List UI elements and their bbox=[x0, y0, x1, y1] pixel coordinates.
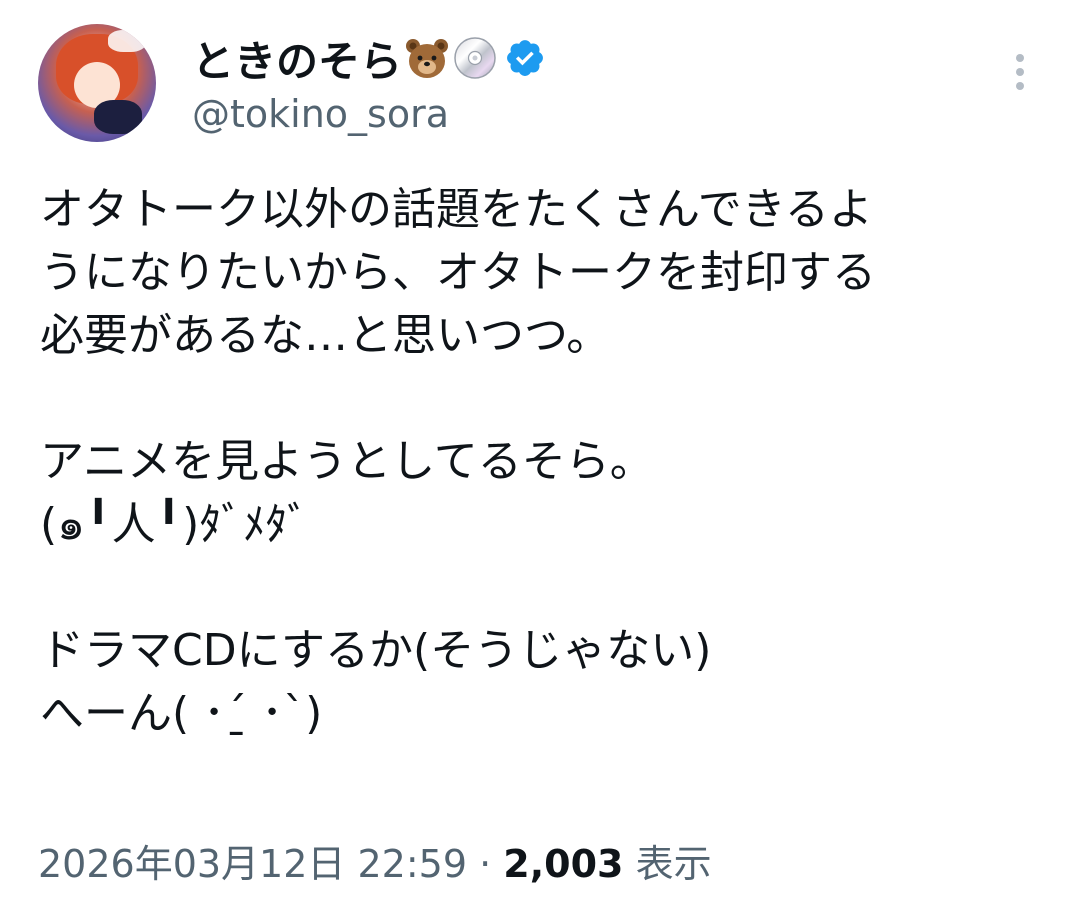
tweet-header: ときのそら @tokino_sora bbox=[192, 28, 546, 136]
display-name[interactable]: ときのそら bbox=[192, 28, 402, 89]
timestamp[interactable]: 2026年03月12日 22:59 bbox=[38, 842, 467, 886]
views-count[interactable]: 2,003 bbox=[503, 842, 623, 886]
tweet: ときのそら @tokino_sora オタトーク以外の話題をたくさんできるよ う… bbox=[0, 0, 1080, 913]
views-label: 表示 bbox=[635, 842, 712, 886]
separator: · bbox=[479, 842, 492, 886]
verified-badge-icon bbox=[504, 37, 546, 79]
bear-face-emoji bbox=[404, 35, 450, 81]
avatar[interactable] bbox=[38, 24, 156, 142]
tweet-text: オタトーク以外の話題をたくさんできるよ うになりたいから、オタトークを封印する … bbox=[40, 184, 876, 739]
more-options-button[interactable] bbox=[1006, 50, 1034, 94]
more-vertical-icon bbox=[1016, 54, 1024, 90]
name-row: ときのそら bbox=[192, 28, 546, 88]
user-handle[interactable]: @tokino_sora bbox=[192, 92, 546, 136]
tweet-metadata: 2026年03月12日 22:59 · 2,003 表示 bbox=[38, 833, 712, 888]
optical-disc-emoji bbox=[452, 35, 498, 81]
